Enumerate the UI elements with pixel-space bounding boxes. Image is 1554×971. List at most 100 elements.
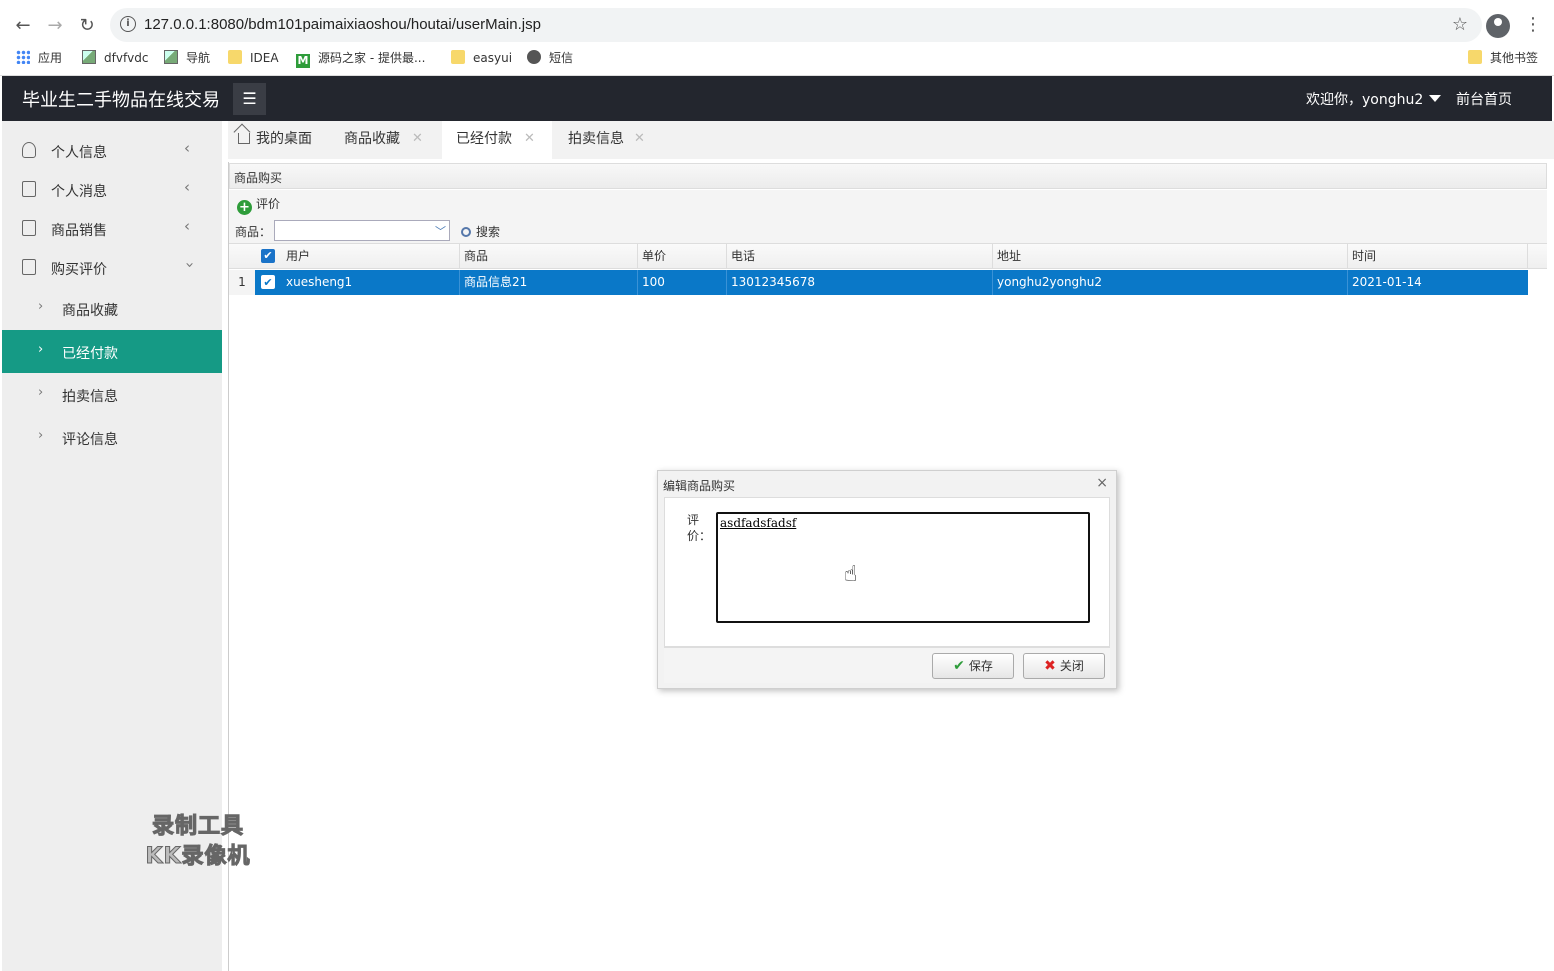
column-header-price[interactable]: 单价	[638, 244, 727, 269]
sidebar-subitem-comments[interactable]: › 评论信息	[2, 416, 222, 459]
dialog-body: 评价： asdfadsfadsf	[664, 497, 1110, 647]
tab-favorites[interactable]: 商品收藏 ✕	[334, 121, 434, 159]
cell-phone: 13012345678	[727, 270, 993, 295]
cell-user: xuesheng1	[282, 270, 460, 295]
chevron-left-icon: ‹	[184, 217, 190, 235]
chevron-down-icon[interactable]: ﹀	[435, 223, 446, 239]
chevron-right-icon: ›	[38, 299, 44, 314]
search-icon	[461, 227, 471, 237]
select-all-checkbox[interactable]: ✔	[261, 249, 275, 263]
chevron-right-icon: ›	[38, 385, 44, 400]
bookmark-dfvfvdc[interactable]: dfvfvdc	[82, 49, 148, 67]
front-home-link[interactable]: 前台首页	[1456, 89, 1512, 109]
bookmark-sms[interactable]: 短信	[527, 49, 573, 67]
tab-bar: 我的桌面 商品收藏 ✕ 已经付款 ✕ 拍卖信息 ✕	[228, 121, 1554, 159]
row-checkbox[interactable]: ✔	[261, 275, 275, 289]
app-header: 毕业生二手物品在线交易 ☰ 欢迎你，yonghu2 前台首页	[2, 76, 1552, 121]
url-text[interactable]: 127.0.0.1:8080/bdm101paimaixiaoshou/hout…	[144, 16, 541, 33]
hand-cursor-icon: ☝	[844, 562, 858, 587]
sidebar-subitem-auction[interactable]: › 拍卖信息	[2, 373, 222, 416]
chevron-left-icon: ‹	[184, 139, 190, 157]
app-title: 毕业生二手物品在线交易	[22, 90, 220, 111]
evaluation-label: 评价：	[687, 513, 712, 543]
cell-price: 100	[638, 270, 727, 295]
close-button[interactable]: ✖ 关闭	[1023, 653, 1105, 679]
home-icon	[238, 133, 250, 144]
evaluation-textarea[interactable]: asdfadsfadsf	[716, 512, 1090, 623]
user-menu[interactable]: 欢迎你，yonghu2	[1306, 89, 1442, 109]
close-icon[interactable]: ×	[1096, 475, 1108, 491]
back-icon[interactable]: ←	[12, 15, 34, 37]
checkmark-icon: ✔	[953, 658, 965, 674]
recorder-watermark: 录制工具 KK录像机	[145, 814, 251, 870]
chevron-right-icon: ›	[38, 428, 44, 443]
close-icon[interactable]: ✕	[524, 121, 535, 157]
sidebar-subitem-paid[interactable]: › 已经付款	[2, 330, 222, 373]
more-menu-icon[interactable]: ⋮	[1524, 14, 1542, 35]
close-icon[interactable]: ✕	[412, 121, 423, 157]
doc-icon	[22, 259, 36, 275]
folder-icon	[451, 50, 465, 64]
column-header-phone[interactable]: 电话	[727, 244, 993, 269]
bookmark-idea[interactable]: IDEA	[228, 49, 279, 67]
address-row: ← → ↻ i 127.0.0.1:8080/bdm101paimaixiaos…	[0, 6, 1554, 44]
bookmark-nav[interactable]: 导航	[164, 49, 210, 67]
menu-toggle-icon[interactable]: ☰	[233, 83, 266, 115]
close-red-icon: ✖	[1044, 658, 1056, 674]
column-header-user[interactable]: 用户	[282, 244, 460, 269]
table-row[interactable]: ✔ xuesheng1 商品信息21 100 13012345678 yongh…	[255, 270, 1528, 295]
product-filter-label: 商品：	[235, 225, 272, 239]
bookmarks-bar: 应用 dfvfvdc 导航 IDEA M 源码之家 - 提供最... easyui…	[0, 46, 1554, 70]
product-filter-select[interactable]: ﹀	[274, 220, 450, 241]
user-icon	[22, 142, 36, 158]
dialog-footer: ✔ 保存 ✖ 关闭	[664, 647, 1110, 683]
save-button[interactable]: ✔ 保存	[932, 653, 1014, 679]
column-header-time[interactable]: 时间	[1348, 244, 1528, 269]
chevron-right-icon: ›	[38, 342, 44, 357]
close-icon[interactable]: ✕	[634, 121, 645, 157]
bookmark-star-icon[interactable]: ☆	[1452, 14, 1468, 35]
bookmark-yuanma[interactable]: M 源码之家 - 提供最...	[296, 49, 425, 68]
tab-paid[interactable]: 已经付款 ✕	[442, 121, 552, 159]
caret-down-icon	[1429, 95, 1442, 102]
add-icon: +	[237, 200, 252, 215]
row-number: 1	[229, 270, 255, 295]
evaluate-button[interactable]: + 评价	[237, 195, 280, 215]
tab-auction[interactable]: 拍卖信息 ✕	[558, 121, 658, 159]
m-logo-icon: M	[296, 54, 310, 68]
chevron-left-icon: ‹	[184, 178, 190, 196]
sidebar-item-profile[interactable]: 个人信息 ‹	[2, 131, 222, 170]
profile-avatar-icon[interactable]	[1486, 14, 1510, 38]
cell-product: 商品信息21	[460, 270, 638, 295]
forward-icon[interactable]: →	[44, 15, 66, 37]
column-header-product[interactable]: 商品	[460, 244, 638, 269]
search-button[interactable]: 搜索	[461, 223, 500, 240]
column-header-address[interactable]: 地址	[993, 244, 1348, 269]
chevron-down-icon: ‹	[180, 262, 198, 268]
doc-icon	[22, 181, 36, 197]
cell-address: yonghu2yonghu2	[993, 270, 1348, 295]
folder-icon	[1468, 50, 1482, 64]
info-icon[interactable]: i	[120, 16, 136, 32]
browser-chrome: ← → ↻ i 127.0.0.1:8080/bdm101paimaixiaos…	[0, 0, 1554, 76]
sidebar-subitem-favorites[interactable]: › 商品收藏	[2, 287, 222, 330]
edit-purchase-dialog: 编辑商品购买 × 评价： asdfadsfadsf ✔ 保存 ✖ 关闭	[657, 470, 1117, 689]
image-icon	[164, 50, 178, 64]
bookmark-easyui[interactable]: easyui	[451, 49, 512, 67]
sidebar-item-purchase-review[interactable]: 购买评价 ‹	[2, 248, 222, 287]
sidebar-item-sales[interactable]: 商品销售 ‹	[2, 209, 222, 248]
grid-header: ✔ 用户 商品 单价 电话 地址 时间	[229, 244, 1547, 269]
tab-desktop[interactable]: 我的桌面	[238, 121, 338, 159]
address-bar[interactable]: i 127.0.0.1:8080/bdm101paimaixiaoshou/ho…	[110, 8, 1482, 42]
bookmark-other[interactable]: 其他书签	[1468, 49, 1538, 67]
panel-header: 商品购买	[229, 163, 1547, 189]
cell-time: 2021-01-14	[1352, 275, 1422, 289]
reload-icon[interactable]: ↻	[76, 15, 98, 37]
globe-icon	[527, 50, 541, 64]
sidebar-item-messages[interactable]: 个人消息 ‹	[2, 170, 222, 209]
doc-icon	[22, 220, 36, 236]
bookmark-apps[interactable]: 应用	[16, 49, 62, 67]
grid-toolbar: + 评价 商品： ﹀ 搜索	[229, 190, 1547, 244]
dialog-title: 编辑商品购买	[663, 479, 736, 493]
folder-icon	[228, 50, 242, 64]
